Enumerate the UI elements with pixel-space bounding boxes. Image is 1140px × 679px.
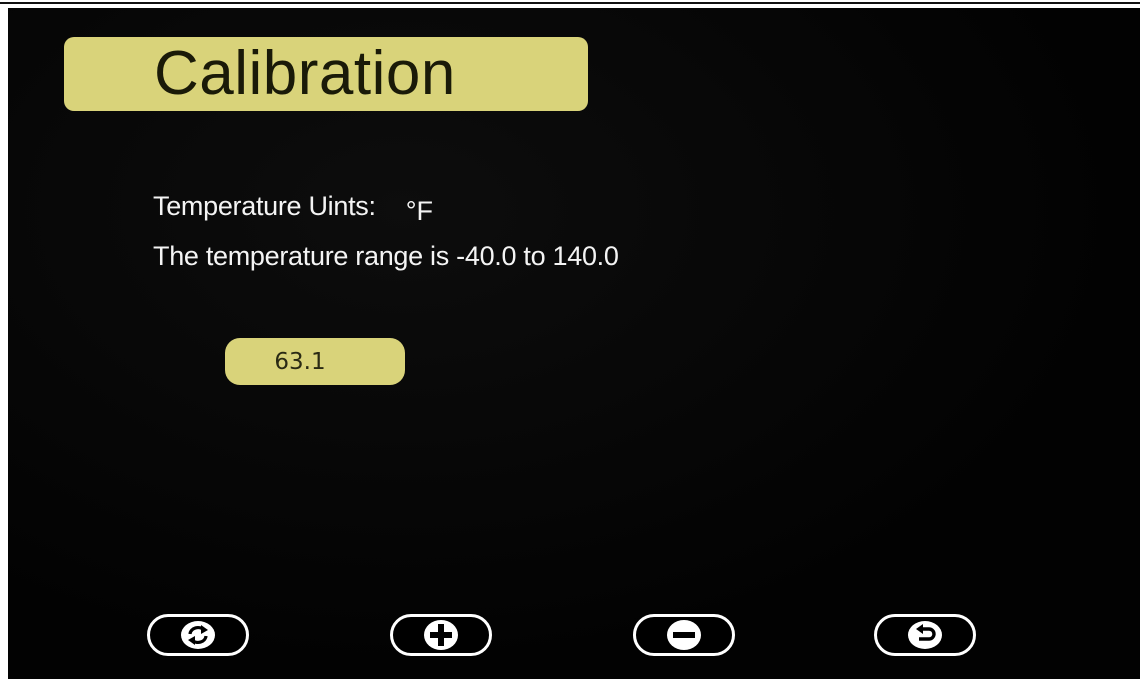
temperature-units-value[interactable]: °F [406,196,433,227]
decrement-button[interactable] [633,614,735,656]
calibration-value: 63.1 [274,349,326,375]
return-icon [908,621,942,649]
temperature-range-text: The temperature range is -40.0 to 140.0 [153,241,619,271]
calibration-value-field[interactable]: 63.1 [225,338,405,385]
title-banner: Calibration [64,37,588,111]
device-screen: Calibration Temperature Uints: °F The tem… [8,8,1140,679]
top-border [0,2,1140,4]
minus-icon [667,620,701,650]
increment-button[interactable] [390,614,492,656]
refresh-button[interactable] [147,614,249,656]
page-title: Calibration [154,39,456,108]
plus-icon [424,620,458,650]
back-button[interactable] [874,614,976,656]
refresh-icon [181,621,215,649]
temperature-units-label: Temperature Uints: [153,191,376,221]
temperature-units-row: Temperature Uints: °F [153,191,433,226]
